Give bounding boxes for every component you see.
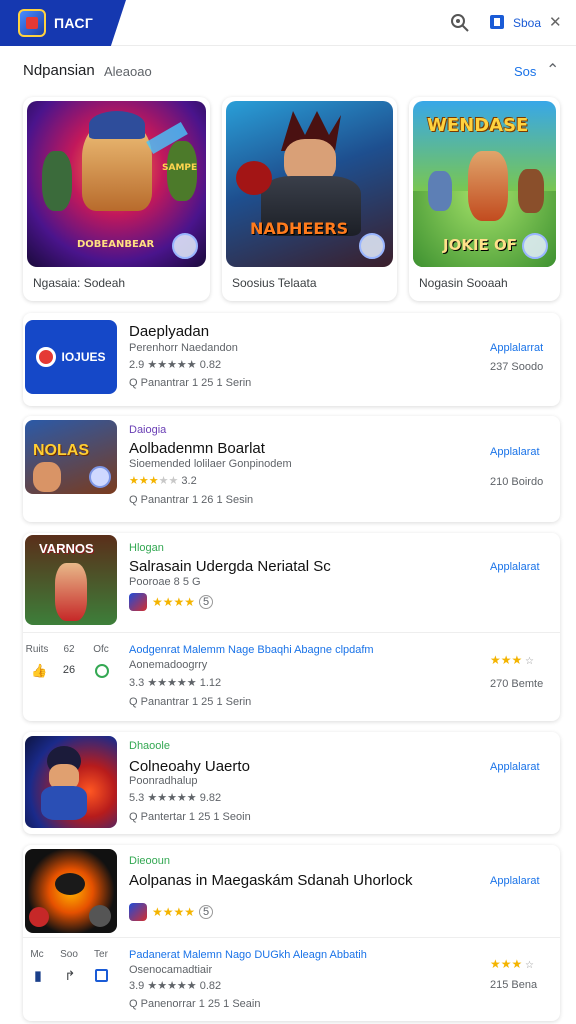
size-text: 215 Bena — [490, 979, 538, 991]
art-title: DOBEANBEAR — [77, 239, 155, 250]
art-title: WENDASE — [427, 115, 529, 136]
app-icon — [25, 736, 117, 828]
featured-art: WENDASE JOKIE OF — [413, 101, 556, 267]
rating-text: 3.2 — [181, 475, 197, 487]
featured-art: SAMPE DOBEANBEAR — [27, 101, 206, 267]
developer-avatar — [129, 593, 147, 611]
rating-text: 3.3 ★★★★★ 1.12 — [129, 677, 222, 689]
install-button[interactable]: Applalarrat — [490, 342, 543, 354]
app-developer: Sioemended lolilaer Gonpinodem — [129, 458, 292, 470]
rating-text: 3.9 ★★★★★ 0.82 — [129, 980, 222, 992]
review-count: 5 — [199, 595, 214, 609]
app-name: Aolbadenmn Boarlat — [129, 440, 265, 457]
featured-label: Soosius Telaata — [232, 276, 317, 290]
stats-text: Q Panantrar 1 26 1 Sesin — [129, 494, 254, 506]
app-name: Colneoahy Uaerto — [129, 758, 250, 775]
featured-card[interactable]: NADHEERS Soosius Telaata — [222, 97, 397, 301]
feature-label: 62 — [63, 644, 75, 655]
list-item[interactable]: NOLAS Daiogia Aolbadenmn Boarlat Sioemen… — [23, 416, 560, 522]
app-name: Aolpanas in Maegaskám Sdanah Uhorlock — [129, 872, 413, 889]
feature-label: Mc — [30, 949, 44, 960]
badge-icon — [359, 233, 385, 259]
app-tag: Hlogan — [129, 542, 164, 554]
app-icon: IOJUES — [25, 320, 117, 394]
install-button[interactable]: Applalarat — [490, 761, 540, 773]
chevron-up-icon[interactable]: ⌃ — [546, 60, 559, 80]
app-icon: NOLAS — [25, 420, 117, 494]
list-item[interactable]: Dieooun Aolpanas in Maegaskám Sdanah Uho… — [23, 845, 560, 1021]
featured-art: NADHEERS — [226, 101, 393, 267]
install-button[interactable]: Applalarat — [490, 446, 540, 458]
list-item[interactable]: Dhaoole Colneoahy Uaerto Poonradhalup 5.… — [23, 732, 560, 834]
app-developer: Pooroae 8 5 G — [129, 576, 201, 588]
feature-label: Soo — [60, 949, 78, 960]
install-button[interactable]: Applalarat — [490, 875, 540, 887]
top-bar: ПАСГ Sboa ✕ — [0, 0, 576, 46]
list-item[interactable]: IOJUES Daeplyadan Perenhorr Naedandon 2.… — [23, 313, 560, 406]
app-icon: VARNOS — [25, 535, 117, 625]
app-icon — [25, 849, 117, 933]
size-text: 210 Boirdo — [490, 476, 544, 488]
rating-stars: ★★★ ☆ — [490, 653, 535, 667]
size-text: 270 Bemte — [490, 678, 544, 690]
featured-card[interactable]: SAMPE DOBEANBEAR Ngasaia: Sodeah — [23, 97, 210, 301]
update-subtitle: Aonemadoogrry — [129, 659, 208, 671]
ring-icon — [95, 664, 109, 678]
developer-avatar — [129, 903, 147, 921]
brand-name: ПАСГ — [54, 15, 94, 31]
featured-label: Ngasaia: Sodeah — [33, 276, 126, 290]
size-text: 237 Soodo — [490, 361, 544, 373]
feature-label: Ruits — [25, 644, 49, 655]
app-tag: Dieooun — [129, 855, 170, 867]
app-logo-icon — [18, 9, 46, 37]
stats-text: Q Panantrar 1 25 1 Serin — [129, 696, 252, 708]
update-title: Aodgenrat Malemm Nage Bbaqhi Abagne clpd… — [129, 644, 374, 656]
art-bottom-text: JOKIE OF — [443, 236, 518, 254]
update-subtitle: Osenocamadtiair — [129, 964, 213, 976]
review-count: 5 — [199, 905, 214, 919]
app-name: Salrasain Udergda Neriatal Sc — [129, 558, 331, 575]
divider — [23, 632, 560, 633]
rating-row: ★★★★ 5 — [129, 593, 214, 611]
app-developer: Poonradhalup — [129, 775, 198, 787]
app-tag: Dhaoole — [129, 740, 170, 752]
feature-label: Ter — [94, 949, 108, 960]
feature-value: 26 — [62, 664, 76, 676]
divider — [23, 937, 560, 938]
featured-label: Nogasin Sooaah — [419, 276, 508, 290]
rating-row: ★★★★★ 3.2 — [129, 475, 197, 487]
stats-text: Q Pantertar 1 25 1 Seoin — [129, 811, 251, 823]
art-top-text: SAMPE — [162, 163, 198, 173]
box-icon — [95, 969, 108, 982]
badge-icon — [522, 233, 548, 259]
badge-icon — [172, 233, 198, 259]
update-title: Padanerat Malemn Nago DUGkh Aleagn Abbat… — [129, 949, 367, 961]
close-icon[interactable]: ✕ — [549, 13, 562, 31]
install-button[interactable]: Applalarat — [490, 561, 540, 573]
app-developer: Perenhorr Naedandon — [129, 342, 238, 354]
section-title: Ndpansian — [23, 62, 95, 79]
share-icon: ↱ — [64, 968, 76, 983]
app-name: Daeplyadan — [129, 323, 210, 340]
art-title: NADHEERS — [250, 219, 349, 238]
rating-stars: ★★★ ☆ — [490, 957, 535, 971]
stats-text: Q Panenorrar 1 25 1 Seain — [129, 998, 261, 1010]
list-item[interactable]: VARNOS Hlogan Salrasain Udergda Neriatal… — [23, 533, 560, 721]
feature-label: Ofc — [93, 644, 109, 655]
thumbs-up-icon: 👍 — [31, 663, 48, 678]
brand-block[interactable]: ПАСГ — [0, 0, 126, 46]
app-tag: Daiogia — [129, 424, 167, 436]
see-more-link[interactable]: Sos — [514, 64, 536, 79]
account-icon[interactable] — [490, 15, 504, 29]
rating-row: ★★★★ 5 — [129, 903, 214, 921]
rating-text: 2.9 ★★★★★ 0.82 — [129, 359, 222, 371]
search-icon[interactable] — [450, 13, 470, 33]
chart-icon: ▮ — [34, 968, 42, 983]
featured-card[interactable]: WENDASE JOKIE OF Nogasin Sooaah — [409, 97, 560, 301]
section-subtitle: Aleaoao — [104, 64, 152, 79]
stats-text: Q Panantrar 1 25 1 Serin — [129, 377, 252, 389]
rating-text: 5.3 ★★★★★ 9.82 — [129, 792, 222, 804]
account-label[interactable]: Sboa — [513, 16, 541, 30]
